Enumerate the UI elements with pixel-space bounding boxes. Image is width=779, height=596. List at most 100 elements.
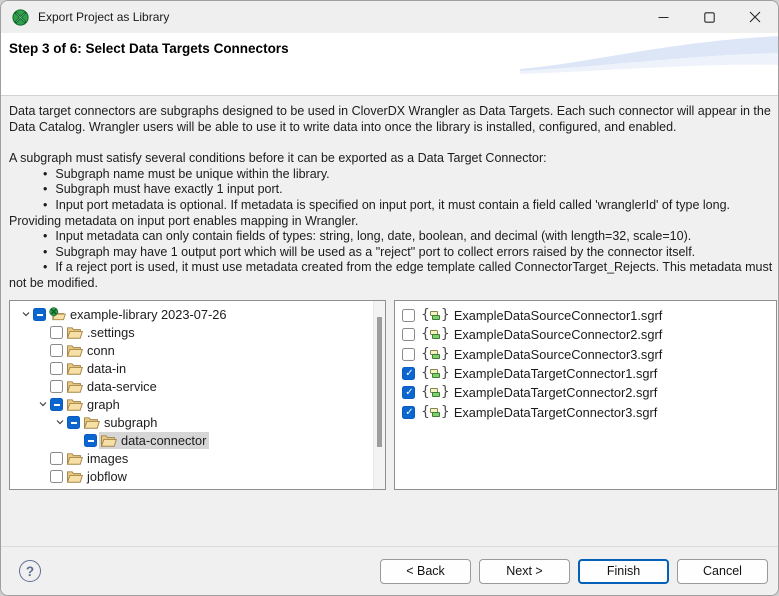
tree-checkbox[interactable] <box>50 452 63 465</box>
minimize-icon <box>658 12 669 23</box>
tree-checkbox[interactable] <box>50 380 63 393</box>
tree-item-label: jobflow <box>87 469 127 484</box>
bullet-text: Input port metadata is optional. If meta… <box>9 198 730 228</box>
file-checkbox[interactable] <box>402 348 415 361</box>
folder-icon <box>66 379 83 394</box>
close-button[interactable] <box>732 1 778 33</box>
tree-row[interactable]: .settings <box>10 323 385 341</box>
tree-row[interactable]: jobflow <box>10 467 385 485</box>
footer-buttons: < Back Next > Finish Cancel <box>380 559 768 584</box>
folder-icon <box>66 343 83 358</box>
footer: ? < Back Next > Finish Cancel <box>1 546 779 595</box>
tree-checkbox[interactable] <box>50 470 63 483</box>
file-checkbox[interactable] <box>402 328 415 341</box>
bullet-text: If a reject port is used, it must use me… <box>9 260 772 290</box>
description-bullet: • Subgraph may have 1 output port which w… <box>9 245 774 261</box>
tree-row-core[interactable]: images <box>65 450 131 467</box>
tree-item-label: data-in <box>87 361 126 376</box>
tree-checkbox[interactable] <box>50 398 63 411</box>
file-row[interactable]: {} ExampleDataTargetConnector3.sgrf <box>395 402 776 421</box>
tree-row-core[interactable]: data-service <box>65 378 160 395</box>
cancel-button[interactable]: Cancel <box>677 559 768 584</box>
description-bullet: •Input port metadata is optional. If met… <box>9 198 774 229</box>
bullet-text: Subgraph may have 1 output port which wi… <box>55 245 695 259</box>
file-row[interactable]: {} ExampleDataSourceConnector1.sgrf <box>395 306 776 325</box>
tree-row-core[interactable]: .settings <box>65 324 138 341</box>
tree-scrollbar[interactable] <box>373 301 385 489</box>
tree-checkbox[interactable] <box>84 434 97 447</box>
file-checkbox[interactable] <box>402 406 415 419</box>
tree-row[interactable]: graph <box>10 395 385 413</box>
window-title: Export Project as Library <box>38 10 169 24</box>
tree-checkbox[interactable] <box>50 326 63 339</box>
bullet-dot: • <box>43 182 47 196</box>
tree-row-core[interactable]: data-connector <box>99 432 209 449</box>
file-row[interactable]: {} ExampleDataTargetConnector1.sgrf <box>395 364 776 383</box>
tree-checkbox[interactable] <box>33 308 46 321</box>
description-bullet: •Input metadata can only contain fields … <box>9 229 774 245</box>
finish-button[interactable]: Finish <box>578 559 669 584</box>
tree-row-core[interactable]: subgraph <box>82 414 160 431</box>
folder-icon <box>100 433 117 448</box>
maximize-button[interactable] <box>686 1 732 33</box>
connector-file-list: {} ExampleDataSourceConnector1.sgrf {} E… <box>395 301 776 422</box>
minimize-button[interactable] <box>640 1 686 33</box>
tree-row[interactable]: images <box>10 449 385 467</box>
chevron-down-icon[interactable] <box>54 417 66 427</box>
subgraph-file-icon: {} <box>421 328 450 341</box>
tree-checkbox[interactable] <box>67 416 80 429</box>
tree-checkbox[interactable] <box>50 362 63 375</box>
tree-row[interactable]: data-connector <box>10 431 385 449</box>
tree-item-label: images <box>87 451 128 466</box>
subgraph-file-icon: {} <box>421 309 450 322</box>
bullet-dot: • <box>43 229 47 243</box>
description-bullet: •If a reject port is used, it must use m… <box>9 260 774 291</box>
back-button[interactable]: < Back <box>380 559 471 584</box>
tree-item-label: example-library 2023-07-26 <box>70 307 227 322</box>
description-bullets: • Subgraph name must be unique within the… <box>9 167 774 292</box>
titlebar: Export Project as Library <box>1 1 778 33</box>
file-label: ExampleDataSourceConnector3.sgrf <box>454 347 662 362</box>
tree-row-core[interactable]: graph <box>65 396 123 413</box>
tree-row[interactable]: subgraph <box>10 413 385 431</box>
file-checkbox[interactable] <box>402 309 415 322</box>
subgraph-file-icon: {} <box>421 406 450 419</box>
description-paragraph: Data target connectors are subgraphs des… <box>9 104 774 135</box>
cloverdx-logo-icon <box>12 9 29 26</box>
project-tree: example-library 2023-07-26 <box>10 301 385 489</box>
bullet-dot: • <box>43 167 47 181</box>
tree-row-core[interactable]: jobflow <box>65 468 130 485</box>
header-swoosh-decoration <box>520 33 779 79</box>
tree-row[interactable]: data-in <box>10 359 385 377</box>
tree-row-core[interactable]: data-in <box>65 360 129 377</box>
file-checkbox[interactable] <box>402 386 415 399</box>
tree-row[interactable]: example-library 2023-07-26 <box>10 305 385 323</box>
window-controls <box>640 1 778 33</box>
subgraph-file-icon: {} <box>421 367 450 380</box>
help-button[interactable]: ? <box>19 560 41 582</box>
tree-row[interactable]: conn <box>10 341 385 359</box>
description-bullet: •Subgraph must have exactly 1 input port… <box>9 182 774 198</box>
tree-row[interactable]: data-service <box>10 377 385 395</box>
file-label: ExampleDataSourceConnector2.sgrf <box>454 327 662 342</box>
tree-item-label: graph <box>87 397 120 412</box>
folder-icon <box>83 415 100 430</box>
tree-checkbox[interactable] <box>50 344 63 357</box>
tree-item-label: data-service <box>87 379 157 394</box>
file-row[interactable]: {} ExampleDataTargetConnector2.sgrf <box>395 383 776 402</box>
tree-scrollbar-thumb[interactable] <box>377 317 382 447</box>
file-label: ExampleDataTargetConnector2.sgrf <box>454 385 657 400</box>
folder-icon <box>66 397 83 412</box>
tree-item-label: subgraph <box>104 415 157 430</box>
chevron-down-icon[interactable] <box>20 309 32 319</box>
bullet-dot: • <box>43 245 47 259</box>
file-row[interactable]: {} ExampleDataSourceConnector3.sgrf <box>395 345 776 364</box>
next-button[interactable]: Next > <box>479 559 570 584</box>
tree-item-label: .settings <box>87 325 135 340</box>
tree-row-core[interactable]: example-library 2023-07-26 <box>48 306 230 323</box>
file-row[interactable]: {} ExampleDataSourceConnector2.sgrf <box>395 325 776 344</box>
file-checkbox[interactable] <box>402 367 415 380</box>
tree-row-core[interactable]: conn <box>65 342 118 359</box>
chevron-down-icon[interactable] <box>37 399 49 409</box>
bullet-text: Subgraph name must be unique within the … <box>55 167 329 181</box>
